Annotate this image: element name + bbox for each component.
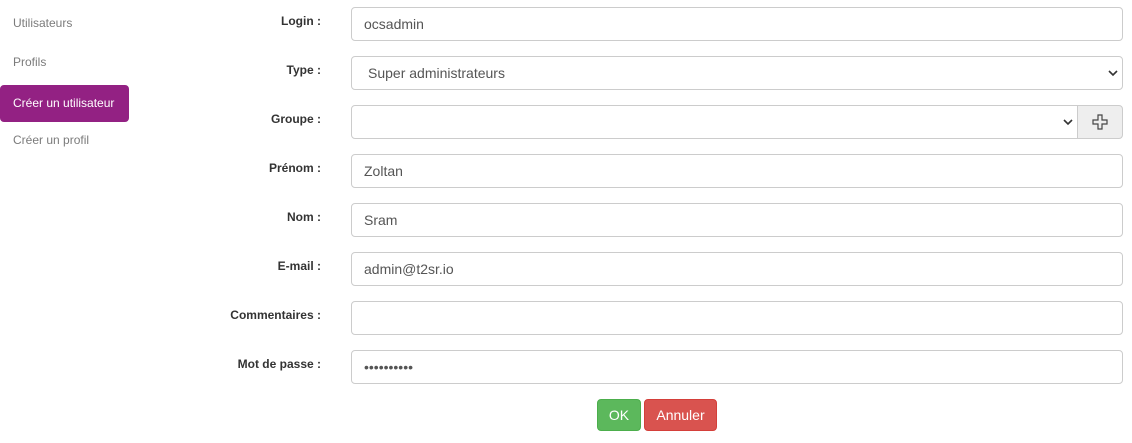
type-select-value: Super administrateurs (368, 65, 505, 81)
nom-input[interactable]: Sram (351, 203, 1123, 237)
password-input[interactable]: •••••••••• (351, 350, 1123, 384)
type-select[interactable]: Super administrateurs (351, 56, 1123, 90)
nom-label: Nom : (287, 210, 321, 224)
login-label: Login : (281, 14, 321, 28)
email-label: E-mail : (277, 259, 321, 273)
cancel-button[interactable]: Annuler (644, 399, 717, 431)
create-user-form: Login : ocsadmin Type : Super administra… (0, 0, 1132, 443)
prenom-label: Prénom : (268, 161, 321, 175)
email-input[interactable]: admin@t2sr.io (351, 252, 1123, 286)
type-label: Type : (286, 63, 321, 77)
groupe-label: Groupe : (271, 112, 321, 126)
groupe-select[interactable] (351, 105, 1078, 139)
chevron-down-icon (1063, 119, 1073, 126)
plus-outline-icon (1092, 114, 1108, 130)
commentaires-input[interactable] (351, 301, 1123, 335)
commentaires-label: Commentaires : (230, 308, 321, 322)
prenom-input[interactable]: Zoltan (351, 154, 1123, 188)
login-input[interactable]: ocsadmin (351, 7, 1123, 41)
add-group-button[interactable] (1077, 105, 1123, 139)
password-label: Mot de passe : (237, 357, 321, 371)
chevron-down-icon (1108, 70, 1118, 77)
ok-button[interactable]: OK (597, 399, 641, 431)
